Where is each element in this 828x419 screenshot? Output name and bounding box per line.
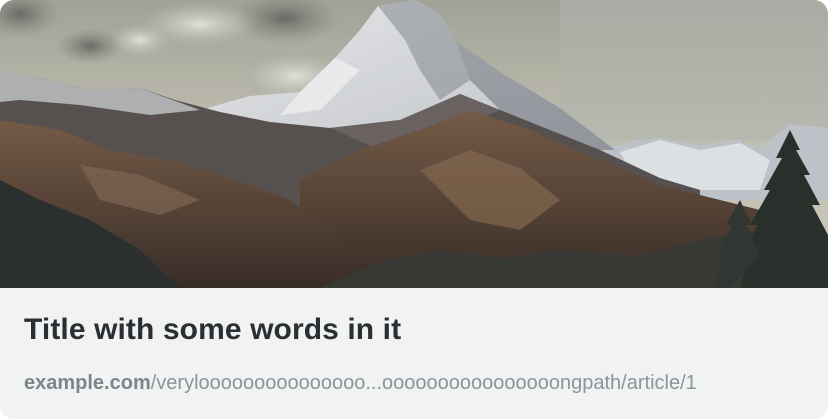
link-preview-meta: Title with some words in it example.com/…	[0, 288, 828, 419]
preview-domain: example.com	[24, 372, 151, 394]
preview-title[interactable]: Title with some words in it	[24, 312, 401, 348]
preview-url[interactable]: example.com/verylooooooooooooooo...ooooo…	[24, 370, 697, 396]
preview-path: /verylooooooooooooooo...oooooooooooooooo…	[150, 372, 697, 394]
mountain-preview-image	[0, 0, 828, 288]
link-preview-card[interactable]: Title with some words in it example.com/…	[0, 0, 828, 419]
